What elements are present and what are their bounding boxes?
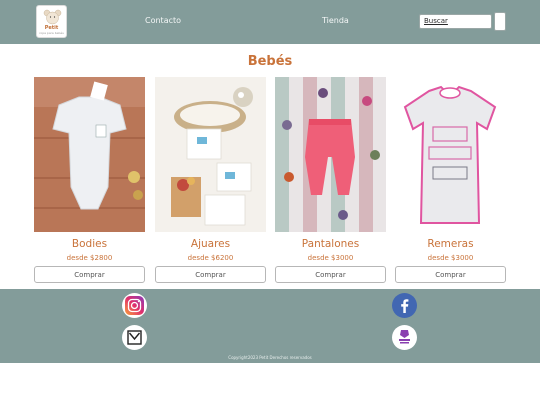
site-header: Petit ropa para bebés Contacto Tienda Bu… [0,0,540,44]
buy-button-ajuares[interactable]: Comprar [155,266,266,283]
product-image-bodies[interactable] [34,77,145,232]
nav-tienda[interactable]: Tienda [322,16,349,25]
logo-subtitle: ropa para bebés [39,31,64,35]
product-image-remeras[interactable] [395,77,506,232]
buy-button-remeras[interactable]: Comprar [395,266,506,283]
product-name[interactable]: Remeras [395,238,506,250]
product-price: desde $6200 [187,254,234,262]
search-button[interactable] [494,12,506,31]
product-image-pantalones[interactable] [275,77,386,232]
product-image-ajuares[interactable] [155,77,266,232]
buy-button-bodies[interactable]: Comprar [34,266,145,283]
nav-contacto[interactable]: Contacto [145,16,181,25]
product-price: desde $3000 [427,254,474,262]
product-name[interactable]: Pantalones [275,238,386,250]
page-title: Bebés [247,54,293,69]
site-footer: Copyright2023 Petit Derechos reservados [0,289,540,363]
product-name[interactable]: Bodies [34,238,145,250]
petit-logo[interactable]: Petit ropa para bebés [36,5,67,38]
search-input[interactable]: Buscar [419,14,492,29]
instagram-icon[interactable] [122,293,147,318]
product-price: desde $2800 [66,254,113,262]
product-price: desde $3000 [307,254,354,262]
copyright-text: Copyright2023 Petit Derechos reservados [228,355,312,360]
mail-icon[interactable] [122,325,147,350]
product-name[interactable]: Ajuares [155,238,266,250]
mercadopago-icon[interactable] [392,325,417,350]
facebook-icon[interactable] [392,293,417,318]
buy-button-pantalones[interactable]: Comprar [275,266,386,283]
